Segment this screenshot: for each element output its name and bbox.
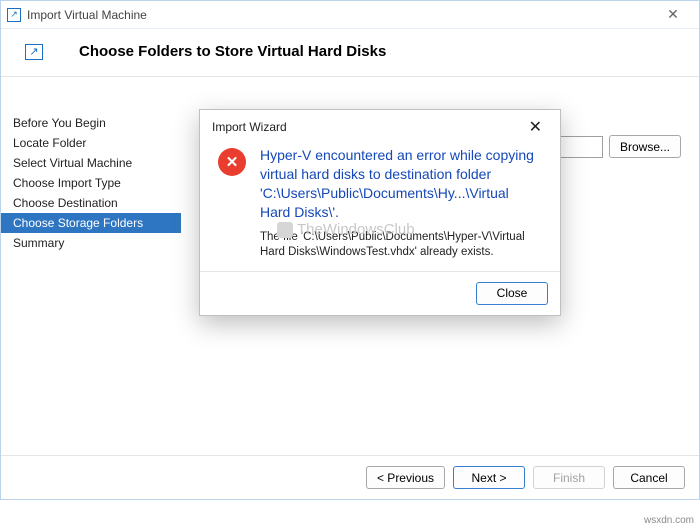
source-credit: wsxdn.com xyxy=(644,515,694,526)
sidebar-item-select-vm[interactable]: Select Virtual Machine xyxy=(1,153,181,173)
sidebar-item-storage-folders[interactable]: Choose Storage Folders xyxy=(1,213,181,233)
previous-button[interactable]: < Previous xyxy=(366,466,445,489)
window-title: Import Virtual Machine xyxy=(27,8,653,22)
sidebar-item-summary[interactable]: Summary xyxy=(1,233,181,253)
error-dialog: Import Wizard ✕ ✕ Hyper-V encountered an… xyxy=(199,109,561,316)
wizard-sidebar: Before You Begin Locate Folder Select Vi… xyxy=(1,101,181,455)
dialog-titlebar: Import Wizard ✕ xyxy=(200,110,560,144)
window-close-button[interactable]: ✕ xyxy=(653,1,693,28)
dialog-close-button[interactable]: Close xyxy=(476,282,548,305)
next-button[interactable]: Next > xyxy=(453,466,525,489)
import-vm-window: ↗ Import Virtual Machine ✕ ↗ Choose Fold… xyxy=(0,0,700,500)
dialog-headline: Hyper-V encountered an error while copyi… xyxy=(260,146,542,222)
dialog-detail: The file 'C:\Users\Public\Documents\Hype… xyxy=(260,230,542,261)
error-icon: ✕ xyxy=(218,148,246,176)
finish-button: Finish xyxy=(533,466,605,489)
page-title: Choose Folders to Store Virtual Hard Dis… xyxy=(79,43,386,60)
browse-button[interactable]: Browse... xyxy=(609,135,681,158)
sidebar-item-before-you-begin[interactable]: Before You Begin xyxy=(1,113,181,133)
dialog-footer: Close xyxy=(200,271,560,315)
cancel-button[interactable]: Cancel xyxy=(613,466,685,489)
dialog-body: ✕ Hyper-V encountered an error while cop… xyxy=(200,144,560,271)
app-icon: ↗ xyxy=(7,8,21,22)
dialog-message: Hyper-V encountered an error while copyi… xyxy=(260,146,542,261)
wizard-footer: < Previous Next > Finish Cancel xyxy=(1,455,699,499)
dialog-close-icon[interactable]: ✕ xyxy=(523,115,548,139)
wizard-header: ↗ Choose Folders to Store Virtual Hard D… xyxy=(1,29,699,77)
sidebar-item-locate-folder[interactable]: Locate Folder xyxy=(1,133,181,153)
dialog-title: Import Wizard xyxy=(212,120,523,134)
sidebar-item-import-type[interactable]: Choose Import Type xyxy=(1,173,181,193)
sidebar-item-destination[interactable]: Choose Destination xyxy=(1,193,181,213)
wizard-header-icon: ↗ xyxy=(25,44,43,60)
titlebar: ↗ Import Virtual Machine ✕ xyxy=(1,1,699,29)
